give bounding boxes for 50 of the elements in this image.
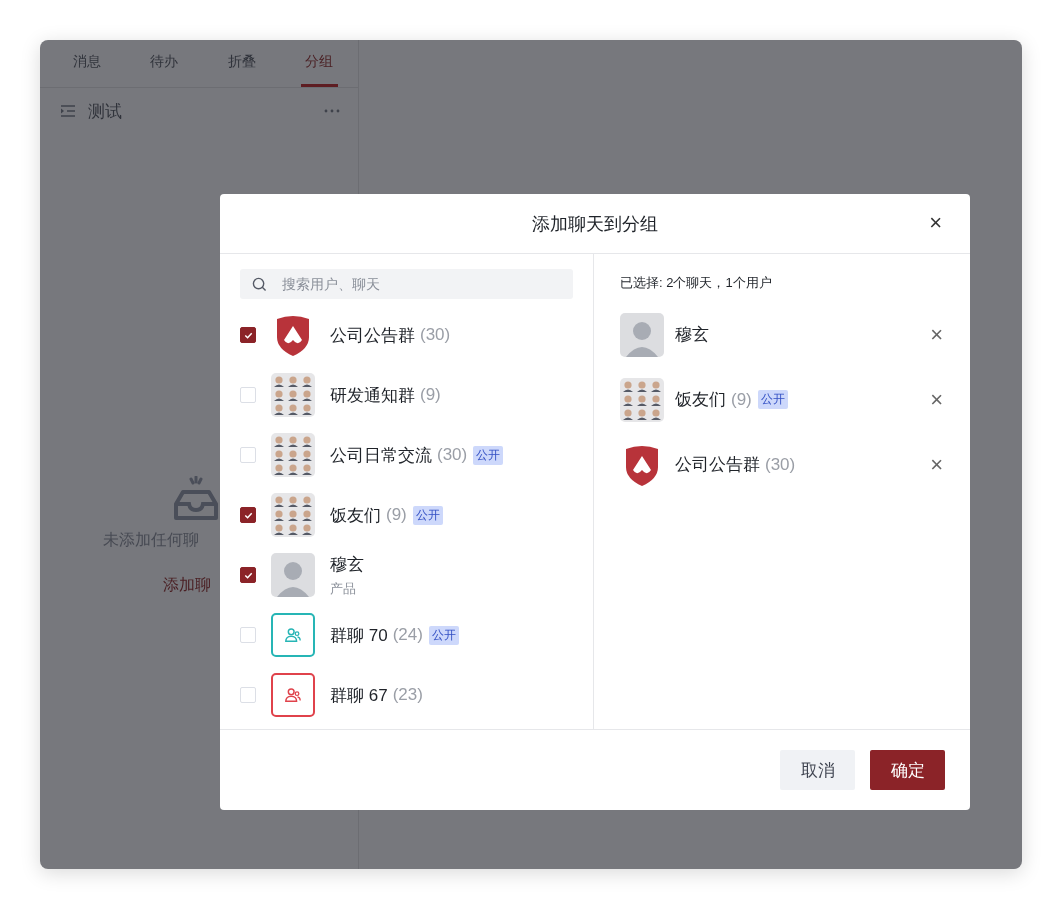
- member-count: (30): [437, 445, 468, 465]
- member-count: (30): [420, 325, 451, 345]
- tab[interactable]: 折叠: [203, 40, 281, 87]
- tab[interactable]: 待办: [125, 40, 203, 87]
- public-tag: 公开: [412, 505, 443, 525]
- public-tag: 公开: [473, 445, 504, 465]
- chat-name: 饭友们: [675, 389, 726, 411]
- chat-name: 饭友们: [330, 504, 381, 527]
- chat-name: 公司日常交流: [330, 444, 432, 467]
- close-button[interactable]: ×: [925, 210, 946, 236]
- checkbox[interactable]: [240, 567, 256, 583]
- selection-summary: 已选择: 2个聊天，1个用户: [620, 274, 773, 292]
- group-name: 测试: [88, 100, 123, 123]
- public-tag: 公开: [428, 625, 459, 645]
- chat-name: 群聊 67: [330, 684, 388, 707]
- user-avatar-placeholder: [271, 553, 315, 597]
- chat-name: 公司公告群: [675, 454, 760, 476]
- cancel-button[interactable]: 取消: [780, 750, 855, 790]
- search-field[interactable]: 搜索用户、聊天: [240, 269, 573, 299]
- inbox-icon: [173, 476, 219, 522]
- tab[interactable]: 分组: [300, 40, 338, 87]
- chat-name: 穆玄: [330, 553, 364, 576]
- more-icon[interactable]: [324, 109, 340, 113]
- list-indent-icon: [60, 104, 76, 118]
- member-count: (9): [386, 505, 407, 525]
- member-count: (9): [420, 385, 441, 405]
- tab[interactable]: 消息: [48, 40, 126, 87]
- remove-button[interactable]: ×: [927, 323, 946, 346]
- chat-name: 穆玄: [675, 324, 709, 346]
- chat-name: 公司公告群: [330, 324, 415, 347]
- member-count: (24): [392, 625, 423, 645]
- remove-button[interactable]: ×: [927, 388, 946, 411]
- member-count: (30): [765, 454, 796, 475]
- add-chat-link[interactable]: 添加聊: [163, 575, 211, 596]
- member-count: (9): [731, 389, 752, 410]
- user-avatar-placeholder: [620, 312, 664, 357]
- group-avatar-drawing: [620, 377, 664, 422]
- confirm-button[interactable]: 确定: [870, 750, 945, 790]
- public-tag: 公开: [757, 390, 788, 409]
- remove-button[interactable]: ×: [927, 453, 946, 476]
- dialog-title: 添加聊天到分组: [532, 212, 658, 236]
- group-avatar-drawing: [271, 433, 315, 477]
- member-count: (23): [392, 685, 423, 705]
- chat-name: 研发通知群: [330, 384, 415, 407]
- group-avatar-drawing: [271, 493, 315, 537]
- checkbox[interactable]: [240, 327, 256, 343]
- user-role: 产品: [330, 579, 357, 598]
- chat-name: 群聊 70: [330, 624, 388, 647]
- checkbox[interactable]: [240, 507, 256, 523]
- group-avatar-drawing: [271, 373, 315, 417]
